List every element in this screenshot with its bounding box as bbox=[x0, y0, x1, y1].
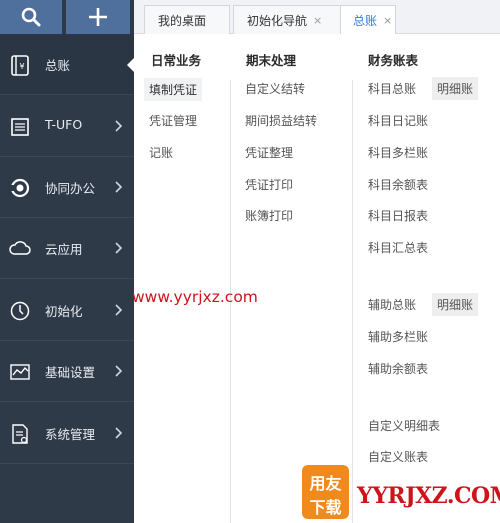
svg-text:¥: ¥ bbox=[19, 62, 24, 71]
sidebar-top-buttons bbox=[0, 0, 134, 34]
sidebar-item-label: 系统管理 bbox=[45, 427, 96, 442]
sidebar-item-label: T-UFO bbox=[45, 117, 83, 132]
chevron-right-icon bbox=[115, 365, 123, 377]
menu-item-aux-general-ledger[interactable]: 辅助总账 bbox=[368, 296, 416, 313]
sidebar-item-cloud-apps[interactable]: 云应用 bbox=[0, 218, 134, 279]
menu-item-pnl-carryover[interactable]: 期间损益结转 bbox=[245, 112, 317, 129]
watermark-domain: YYRJXZ.COM bbox=[357, 483, 500, 509]
sidebar-item-basic-settings[interactable]: 基础设置 bbox=[0, 341, 134, 402]
report-sheet-icon bbox=[11, 118, 29, 136]
menu-item-aux-balance[interactable]: 辅助余额表 bbox=[368, 360, 428, 377]
menu-item-ledger-print[interactable]: 账簿打印 bbox=[245, 207, 293, 224]
sidebar-item-label: 总账 bbox=[45, 58, 71, 73]
sidebar-item-label: 协同办公 bbox=[45, 181, 96, 196]
add-button[interactable] bbox=[66, 0, 130, 34]
tab-label: 初始化导航 bbox=[247, 13, 308, 28]
chevron-right-icon bbox=[115, 242, 123, 254]
tab-label: 我的桌面 bbox=[158, 13, 207, 28]
menu-item-create-voucher[interactable]: 填制凭证 bbox=[144, 78, 203, 101]
sidebar-item-label: 初始化 bbox=[45, 304, 83, 319]
menu-item-custom-report[interactable]: 自定义账表 bbox=[368, 448, 428, 465]
search-icon bbox=[21, 7, 41, 27]
sidebar-item-t-ufo[interactable]: T-UFO bbox=[0, 96, 134, 157]
tab-label: 总账 bbox=[353, 14, 378, 28]
plus-icon bbox=[89, 8, 107, 26]
collaboration-icon bbox=[10, 178, 30, 198]
chevron-right-icon bbox=[115, 304, 123, 316]
menu-item-account-journal[interactable]: 科目日记账 bbox=[368, 112, 428, 129]
sidebar-item-label: 基础设置 bbox=[45, 365, 96, 380]
sidebar-item-general-ledger[interactable]: ¥ 总账 bbox=[0, 34, 134, 95]
menu-item-aux-multicolumn[interactable]: 辅助多栏账 bbox=[368, 328, 428, 345]
sidebar: ¥ 总账 T-UFO 协同办公 云应用 初始化 基础设置 系统管理 bbox=[0, 0, 134, 523]
column-title-period-end: 期末处理 bbox=[246, 53, 297, 68]
watermark-url: www.yyrjxz.com bbox=[132, 288, 258, 306]
menu-item-account-balance[interactable]: 科目余额表 bbox=[368, 176, 428, 193]
detail-ledger-button[interactable]: 明细账 bbox=[432, 77, 479, 100]
column-title-daily-business: 日常业务 bbox=[151, 53, 202, 68]
menu-item-account-summary[interactable]: 科目汇总表 bbox=[368, 239, 428, 256]
tab-init-guide[interactable]: 初始化导航 × bbox=[233, 5, 341, 34]
ledger-book-icon: ¥ bbox=[11, 55, 29, 76]
aux-detail-ledger-button[interactable]: 明细账 bbox=[432, 293, 479, 316]
tab-my-desktop[interactable]: 我的桌面 bbox=[144, 5, 230, 34]
sidebar-item-label: 云应用 bbox=[45, 242, 83, 257]
close-icon[interactable]: × bbox=[383, 14, 392, 27]
menu-item-custom-carryover[interactable]: 自定义结转 bbox=[245, 80, 305, 97]
menu-item-account-multicolumn[interactable]: 科目多栏账 bbox=[368, 144, 428, 161]
menu-item-bookkeeping[interactable]: 记账 bbox=[149, 144, 173, 161]
watermark-logo-text-top: 用友 bbox=[309, 474, 342, 493]
menu-item-account-daily-report[interactable]: 科目日报表 bbox=[368, 207, 428, 224]
column-divider bbox=[352, 80, 353, 523]
menu-item-custom-detail[interactable]: 自定义明细表 bbox=[368, 417, 440, 434]
active-item-indicator bbox=[127, 58, 134, 72]
tab-general-ledger[interactable]: 总账 × bbox=[340, 5, 396, 35]
document-gear-icon bbox=[12, 424, 28, 444]
cloud-icon bbox=[9, 241, 31, 255]
menu-item-account-general-ledger[interactable]: 科目总账 bbox=[368, 80, 416, 97]
column-title-financial-reports: 财务账表 bbox=[368, 53, 419, 68]
menu-panel: 日常业务 填制凭证 凭证管理 记账 期末处理 自定义结转 期间损益结转 凭证整理… bbox=[134, 34, 500, 523]
menu-item-voucher-tidy[interactable]: 凭证整理 bbox=[245, 144, 293, 161]
menu-item-voucher-print[interactable]: 凭证打印 bbox=[245, 176, 293, 193]
chevron-right-icon bbox=[115, 427, 123, 439]
clock-icon bbox=[10, 301, 30, 321]
chevron-right-icon bbox=[115, 181, 123, 193]
sidebar-item-initialization[interactable]: 初始化 bbox=[0, 280, 134, 341]
settings-chart-icon bbox=[10, 364, 30, 380]
watermark-logo-text-bottom: 下载 bbox=[309, 498, 342, 517]
close-icon[interactable]: × bbox=[313, 14, 322, 27]
chevron-right-icon bbox=[115, 120, 123, 132]
menu-item-voucher-management[interactable]: 凭证管理 bbox=[149, 112, 197, 129]
sidebar-item-collaboration[interactable]: 协同办公 bbox=[0, 157, 134, 218]
tab-bar: 我的桌面 初始化导航 × 总账 × bbox=[134, 0, 500, 35]
watermark-logo: 用友 下载 bbox=[302, 465, 349, 519]
search-button[interactable] bbox=[0, 0, 62, 34]
sidebar-item-system-management[interactable]: 系统管理 bbox=[0, 403, 134, 464]
